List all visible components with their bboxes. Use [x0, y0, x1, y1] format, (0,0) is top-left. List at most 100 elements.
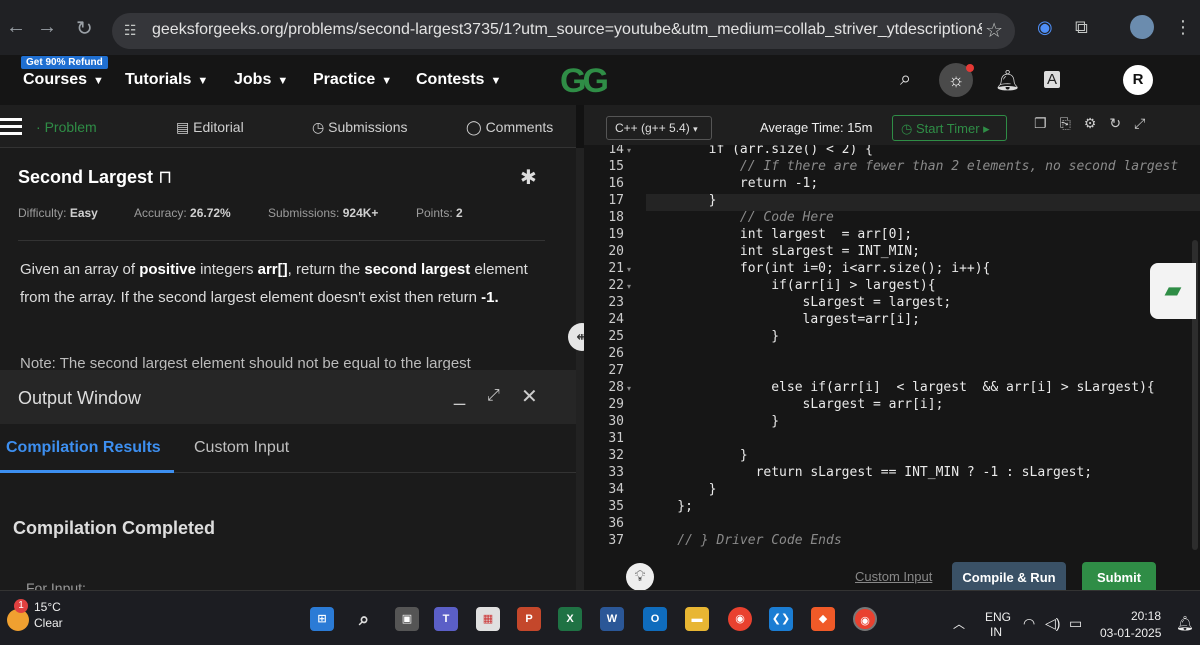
- tab-submissions[interactable]: ◷ Submissions: [312, 119, 407, 136]
- minimize-icon[interactable]: _: [454, 384, 465, 407]
- tab-comments[interactable]: ◯ Comments: [466, 119, 553, 136]
- code-line[interactable]: // If there are fewer than 2 elements, n…: [646, 159, 1200, 174]
- language-indicator[interactable]: ENG: [985, 610, 1011, 624]
- powerpoint-icon[interactable]: P: [517, 607, 541, 631]
- wifi-icon[interactable]: ◠: [1023, 615, 1035, 632]
- panel-splitter[interactable]: [576, 148, 584, 590]
- forward-icon[interactable]: →: [37, 16, 57, 39]
- chat-icon[interactable]: ▰: [1150, 263, 1196, 319]
- code-line[interactable]: if(arr[i] > largest){: [646, 278, 1200, 293]
- language-select[interactable]: C++ (g++ 5.4) ▾: [606, 116, 712, 140]
- bookmark-star-icon[interactable]: ☆: [985, 18, 1003, 43]
- battery-icon[interactable]: ▭: [1069, 615, 1082, 632]
- fold-arrow-icon[interactable]: ▾: [627, 282, 631, 291]
- menu-tutorials[interactable]: Tutorials ▼: [125, 71, 208, 89]
- refresh-icon[interactable]: ↻: [1109, 115, 1134, 131]
- temperature[interactable]: 15°C: [34, 600, 61, 614]
- expand-icon[interactable]: ⤢: [487, 387, 500, 405]
- code-line[interactable]: else if(arr[i] < largest && arr[i] > sLa…: [646, 380, 1200, 395]
- hamburger-icon[interactable]: [0, 118, 22, 135]
- menu-label: Contests: [416, 71, 485, 88]
- refund-badge[interactable]: Get 90% Refund: [21, 56, 108, 69]
- code-line[interactable]: sLargest = arr[i];: [646, 397, 1200, 412]
- menu-label: Jobs: [234, 71, 272, 88]
- volume-icon[interactable]: ◁): [1045, 615, 1060, 632]
- code-line[interactable]: };: [646, 499, 1200, 514]
- code-line[interactable]: }: [646, 414, 1200, 429]
- chrome-profile-icon[interactable]: ◉: [853, 607, 877, 631]
- site-settings-icon[interactable]: ☷: [124, 22, 137, 39]
- menu-contests[interactable]: Contests ▼: [416, 71, 501, 89]
- code-line[interactable]: int largest = arr[0];: [646, 227, 1200, 242]
- code-line[interactable]: return -1;: [646, 176, 1200, 191]
- chevron-up-icon[interactable]: ︿: [953, 615, 965, 632]
- file-explorer-icon[interactable]: ▬: [685, 607, 709, 631]
- code-line[interactable]: int sLargest = INT_MIN;: [646, 244, 1200, 259]
- fold-arrow-icon[interactable]: ▾: [627, 384, 631, 393]
- translate-icon[interactable]: A: [1044, 71, 1061, 88]
- search-icon[interactable]: ⌕: [900, 68, 911, 91]
- weather-condition[interactable]: Clear: [34, 616, 63, 630]
- language-region[interactable]: IN: [990, 625, 1002, 639]
- code-line[interactable]: return sLargest == INT_MIN ? -1 : sLarge…: [646, 465, 1200, 480]
- clock-date[interactable]: 03-01-2025: [1100, 626, 1161, 640]
- bell-icon[interactable]: 🔔︎: [995, 68, 1020, 93]
- audio-extension-icon[interactable]: ◉: [1037, 17, 1053, 38]
- code-editor[interactable]: 14 ▾ if (arr.size() < 2) {15 // If there …: [584, 145, 1200, 550]
- report-bug-icon[interactable]: ✱: [520, 165, 537, 190]
- gfg-logo[interactable]: GG: [560, 62, 609, 101]
- code-line[interactable]: if (arr.size() < 2) {: [646, 145, 1200, 157]
- accuracy: Accuracy: 26.72%: [134, 206, 231, 220]
- fullscreen-icon[interactable]: ⤢: [1134, 115, 1158, 131]
- code-line[interactable]: for(int i=0; i<arr.size(); i++){: [646, 261, 1200, 276]
- tab-compilation-results[interactable]: Compilation Results: [6, 439, 161, 457]
- tab-custom-input[interactable]: Custom Input: [194, 439, 289, 457]
- close-icon[interactable]: ✕: [521, 384, 538, 409]
- clock-time[interactable]: 20:18: [1131, 609, 1161, 623]
- outlook-icon[interactable]: O: [643, 607, 667, 631]
- lightbulb-icon[interactable]: 💡︎: [626, 563, 654, 591]
- profile-avatar[interactable]: [1130, 15, 1154, 39]
- back-icon[interactable]: ←: [6, 16, 26, 39]
- settings-icon[interactable]: ⚙: [1084, 115, 1110, 131]
- reload-icon[interactable]: ↻: [76, 16, 93, 41]
- start-timer-button[interactable]: ◷ Start Timer ▸: [892, 115, 1007, 141]
- teams-icon[interactable]: T: [434, 607, 458, 631]
- reset-icon[interactable]: ⎘: [1060, 115, 1084, 131]
- vscode-icon[interactable]: ❮❯: [769, 607, 793, 631]
- code-line[interactable]: sLargest = largest;: [646, 295, 1200, 310]
- tab-problem[interactable]: · Problem: [36, 119, 97, 135]
- notification-bell-icon[interactable]: 🔔︎: [1176, 615, 1194, 632]
- excel-icon[interactable]: X: [558, 607, 582, 631]
- custom-input-link[interactable]: Custom Input: [855, 569, 932, 584]
- url-text[interactable]: geeksforgeeks.org/problems/second-larges…: [152, 21, 982, 39]
- code-line[interactable]: }: [646, 329, 1200, 344]
- code-line[interactable]: }: [646, 193, 1200, 208]
- copy-icon[interactable]: ❐: [1034, 115, 1060, 131]
- address-bar[interactable]: ☷ geeksforgeeks.org/problems/second-larg…: [112, 13, 1015, 49]
- menu-practice[interactable]: Practice ▼: [313, 71, 392, 89]
- search-icon[interactable]: ⌕: [352, 607, 376, 631]
- code-line[interactable]: }: [646, 482, 1200, 497]
- start-icon[interactable]: ⊞: [310, 607, 334, 631]
- fold-arrow-icon[interactable]: ▾: [627, 146, 631, 155]
- menu-courses[interactable]: Courses ▼: [23, 71, 104, 89]
- word-icon[interactable]: W: [600, 607, 624, 631]
- active-tab-indicator: [0, 470, 174, 473]
- browser-menu-icon[interactable]: ⋮: [1174, 17, 1192, 38]
- code-line[interactable]: // Code Here: [646, 210, 1200, 225]
- code-line[interactable]: largest=arr[i];: [646, 312, 1200, 327]
- code-line[interactable]: }: [646, 448, 1200, 463]
- fold-arrow-icon[interactable]: ▾: [627, 265, 631, 274]
- task-view-icon[interactable]: ▣: [395, 607, 419, 631]
- extensions-puzzle-icon[interactable]: ⧉: [1075, 17, 1088, 38]
- menu-jobs[interactable]: Jobs ▼: [234, 71, 288, 89]
- code-line[interactable]: // } Driver Code Ends: [646, 533, 1200, 548]
- user-avatar[interactable]: R: [1123, 65, 1153, 95]
- tab-editorial[interactable]: ▤ Editorial: [176, 119, 244, 136]
- brave-icon[interactable]: ◆: [811, 607, 835, 631]
- chrome-icon[interactable]: ◉: [728, 607, 752, 631]
- bookmark-icon[interactable]: ⊓: [158, 167, 172, 187]
- language-value: C++ (g++ 5.4): [615, 121, 690, 135]
- store-icon[interactable]: ▦: [476, 607, 500, 631]
